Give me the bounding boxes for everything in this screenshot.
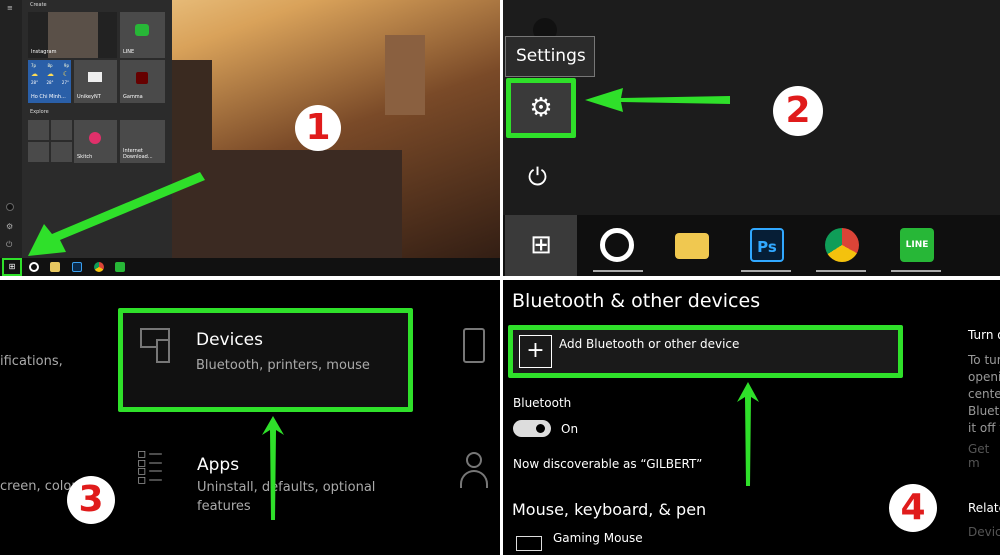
running-indicator	[593, 270, 643, 272]
step-number-4: 4	[889, 484, 937, 532]
chrome-icon[interactable]	[825, 228, 859, 262]
windows-icon: ⊞	[530, 230, 552, 260]
running-indicator	[741, 270, 791, 272]
step4-bluetooth-panel: Bluetooth & other devices + Add Bluetoot…	[503, 280, 1000, 555]
step3-settings-home-panel: ifications, creen, color Devices Bluetoo…	[0, 280, 500, 555]
step-number-2: 2	[773, 86, 823, 136]
line-app-icon[interactable]: LINE	[900, 228, 934, 262]
step2-settings-panel: Settings ⚙ ⏻ 2 ⊞ Ps LINE	[503, 0, 1000, 276]
groove-music-icon[interactable]	[600, 228, 634, 262]
running-indicator	[816, 270, 866, 272]
start-button[interactable]: ⊞	[505, 215, 577, 276]
step-number-3: 3	[67, 476, 115, 524]
step-number-1: 1	[295, 105, 341, 151]
running-indicator	[891, 270, 941, 272]
file-explorer-icon[interactable]	[675, 233, 709, 259]
step1-start-menu-panel: ≡ ⚙ ⏻ Create Instagram LINE 7p 8p 9p ☁ ☁ ☾ 2…	[0, 0, 500, 276]
arrow-to-start	[28, 172, 205, 256]
photoshop-icon[interactable]: Ps	[750, 228, 784, 262]
